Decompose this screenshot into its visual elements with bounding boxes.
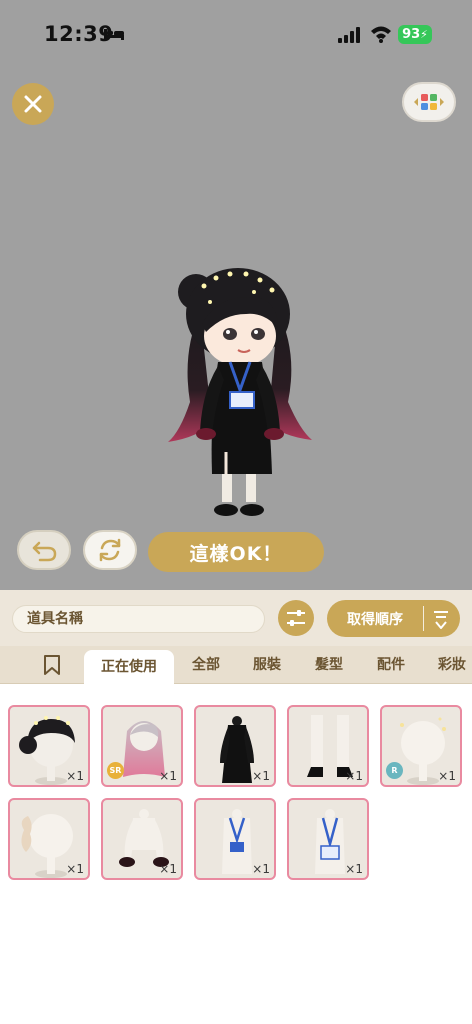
filter-settings-button[interactable]: [278, 600, 314, 636]
undo-icon: [32, 541, 57, 562]
tab-all[interactable]: 全部: [182, 646, 230, 684]
item-card-black-coat-dress[interactable]: ×1: [194, 705, 276, 787]
charging-bolt-icon: ⚡: [420, 28, 428, 41]
sleep-focus-icon: [104, 29, 124, 40]
tab-accessories[interactable]: 配件: [367, 646, 415, 684]
bookmark-icon[interactable]: [42, 654, 62, 676]
category-tab-bar: 正在使用 全部 服裝 髮型 配件 彩妝: [0, 646, 472, 684]
sort-order-label: 取得順序: [347, 612, 403, 628]
tab-in-use[interactable]: 正在使用: [84, 650, 174, 684]
rarity-badge: R: [386, 762, 403, 779]
item-quantity: ×1: [66, 769, 84, 783]
item-quantity: ×1: [438, 769, 456, 783]
wifi-icon: [371, 26, 391, 43]
tab-clothing[interactable]: 服裝: [243, 646, 291, 684]
refresh-icon: [99, 538, 121, 562]
confirm-outfit-button[interactable]: 這樣OK！: [148, 532, 324, 572]
item-card-black-hair-tiara[interactable]: ×1: [8, 705, 90, 787]
item-name-search-field[interactable]: 道具名稱: [12, 605, 265, 633]
item-card-pink-gradient-hair[interactable]: SR ×1: [101, 705, 183, 787]
palette-grid-icon: [414, 94, 444, 110]
rarity-badge: SR: [107, 762, 124, 779]
avatar-stage: 12:39 93⚡ 這樣OK！: [0, 0, 472, 590]
item-quantity: ×1: [159, 769, 177, 783]
close-icon: [24, 95, 42, 113]
item-quantity: ×1: [252, 769, 270, 783]
item-quantity: ×1: [345, 862, 363, 876]
filter-bar: 道具名稱 取得順序: [0, 590, 472, 646]
avatar-character: [168, 268, 312, 516]
item-card-sparkle-head-accessory[interactable]: R ×1: [380, 705, 462, 787]
sort-divider: [423, 606, 424, 631]
undo-button[interactable]: [17, 530, 71, 570]
item-card-hair-bow-accessory[interactable]: ×1: [8, 798, 90, 880]
color-palette-button[interactable]: [402, 82, 456, 122]
close-button[interactable]: [12, 83, 54, 125]
item-quantity: ×1: [66, 862, 84, 876]
status-bar: 12:39 93⚡: [0, 0, 472, 68]
tab-makeup[interactable]: 彩妝: [428, 646, 472, 684]
item-card-blue-lanyard-badge[interactable]: ×1: [194, 798, 276, 880]
cellular-signal-icon: [338, 27, 360, 43]
item-quantity: ×1: [159, 862, 177, 876]
item-card-ruffle-cuffs[interactable]: ×1: [101, 798, 183, 880]
sort-order-button[interactable]: 取得順序: [327, 600, 460, 637]
sliders-icon: [287, 610, 305, 626]
battery-indicator: 93⚡: [398, 25, 432, 44]
item-quantity: ×1: [252, 862, 270, 876]
item-card-name-badge-lanyard[interactable]: ×1: [287, 798, 369, 880]
item-quantity: ×1: [345, 769, 363, 783]
reset-button[interactable]: [83, 530, 137, 570]
sort-descending-icon: [434, 611, 448, 629]
battery-level: 93: [402, 27, 421, 42]
item-card-white-socks-heels[interactable]: ×1: [287, 705, 369, 787]
tab-hairstyle[interactable]: 髮型: [305, 646, 353, 684]
